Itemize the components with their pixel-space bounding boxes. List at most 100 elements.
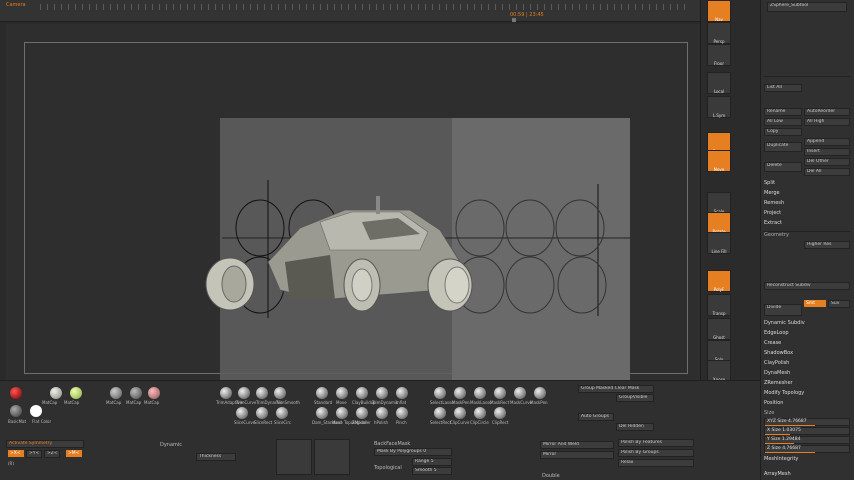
solo-button[interactable]: Solo xyxy=(707,340,731,362)
matcap-silver[interactable] xyxy=(110,387,122,399)
car-model[interactable] xyxy=(205,196,473,312)
brush-standard[interactable] xyxy=(316,387,328,399)
stroke-preview[interactable] xyxy=(276,439,312,475)
brush-trim-smooth[interactable] xyxy=(274,387,286,399)
z-size-slider[interactable]: Z Size 4.76687 xyxy=(764,445,850,453)
insert-button[interactable]: Insert xyxy=(804,148,850,156)
persp-button[interactable]: Persp xyxy=(707,22,731,44)
brush-clip-rect[interactable] xyxy=(494,407,506,419)
brush-mask-pen[interactable] xyxy=(454,387,466,399)
copy-button[interactable]: Copy xyxy=(764,128,802,136)
range-slider[interactable]: Range 5 xyxy=(412,458,452,466)
all-high-button[interactable]: All High xyxy=(804,118,850,126)
del-hidden-button[interactable]: Del Hidden xyxy=(616,423,654,431)
dynamic-subdiv-section[interactable]: Dynamic Subdiv xyxy=(764,320,805,328)
subtool-header[interactable]: ZSphere_Subtool xyxy=(767,2,847,12)
relax-slider[interactable]: Relax xyxy=(618,459,694,467)
brush-mask-curve[interactable] xyxy=(514,387,526,399)
brush-select-lasso[interactable] xyxy=(434,387,446,399)
y-size-slider[interactable]: Y Size 1.29484 xyxy=(764,436,850,444)
brush-clip-curve[interactable] xyxy=(454,407,466,419)
split-button[interactable]: Split xyxy=(764,180,775,188)
meshintegrity-section[interactable]: MeshIntegrity xyxy=(764,456,798,464)
project-button[interactable]: Project xyxy=(764,210,781,218)
brush-select-rect[interactable] xyxy=(434,407,446,419)
mirror-button[interactable]: Mirror xyxy=(540,451,614,459)
polyf-button[interactable]: PolyF xyxy=(707,270,731,292)
xyz-size-slider[interactable]: XYZ Size 4.76687 xyxy=(764,418,850,426)
brush-inflat[interactable] xyxy=(396,387,408,399)
brush-move[interactable] xyxy=(336,387,348,399)
brush-zmodeler[interactable] xyxy=(356,407,368,419)
brush-trim-adaptive[interactable] xyxy=(220,387,232,399)
modify-topology-section[interactable]: Modify Topology xyxy=(764,390,804,398)
brush-mask-lasso[interactable] xyxy=(474,387,486,399)
size-section[interactable]: Size xyxy=(764,410,774,418)
matcap-yellow[interactable] xyxy=(70,387,82,399)
alpha-preview[interactable] xyxy=(314,439,350,475)
merge-button[interactable]: Merge xyxy=(764,190,780,198)
ghost-button[interactable]: Ghost xyxy=(707,318,731,340)
brush-trim-dynamic[interactable] xyxy=(256,387,268,399)
sym-y-toggle[interactable]: >Y< xyxy=(26,450,42,458)
extract-button[interactable]: Extract xyxy=(764,220,782,228)
sym-x-toggle[interactable]: >X< xyxy=(8,450,24,457)
polish-by-features-slider[interactable]: Polish By Features xyxy=(618,439,694,447)
activate-symmetry-button[interactable]: Activate Symmetry xyxy=(6,440,84,448)
del-other-button[interactable]: Del Other xyxy=(804,158,850,166)
matcap-dark[interactable] xyxy=(130,387,142,399)
arraymesh-section[interactable]: ArrayMesh xyxy=(764,471,791,479)
geometry-section[interactable]: Geometry xyxy=(764,232,789,240)
remesh-button[interactable]: Remesh xyxy=(764,200,784,208)
smooth-slider[interactable]: Smooth 5 xyxy=(412,467,452,475)
position-section[interactable]: Position xyxy=(764,400,783,408)
brush-slice-rect[interactable] xyxy=(256,407,268,419)
matcap-skin[interactable] xyxy=(148,387,160,399)
brush-trim-curve[interactable] xyxy=(238,387,250,399)
basic-material[interactable] xyxy=(10,405,22,417)
group-masked-clear-mask-button[interactable]: Group Masked Clear Mask xyxy=(578,385,654,393)
nav-button[interactable]: Nav xyxy=(707,0,731,22)
list-all-button[interactable]: List All xyxy=(764,84,802,92)
local-button[interactable]: Local xyxy=(707,72,731,94)
brush-dam-standard[interactable] xyxy=(316,407,328,419)
brush-move-topological[interactable] xyxy=(336,407,348,419)
polish-by-groups-slider[interactable]: Polish By Groups xyxy=(618,449,694,457)
brush-pinch[interactable] xyxy=(396,407,408,419)
lsym-button[interactable]: L.Sym xyxy=(707,96,731,118)
claypolish-section[interactable]: ClayPolish xyxy=(764,360,789,368)
delete-button[interactable]: Delete xyxy=(764,162,802,172)
dynamesh-section[interactable]: DynaMesh xyxy=(764,370,790,378)
smt-toggle[interactable]: Smt xyxy=(804,300,826,307)
autoreorder-button[interactable]: AutoReorder xyxy=(804,108,850,116)
brush-slice-curve[interactable] xyxy=(236,407,248,419)
divide-button[interactable]: Divide xyxy=(764,304,802,316)
brush-hpolish[interactable] xyxy=(376,407,388,419)
brush-mask-pen-2[interactable] xyxy=(534,387,546,399)
transp-button[interactable]: Transp xyxy=(707,294,731,316)
thickness-slider[interactable]: Thickness xyxy=(196,453,236,461)
crease-section[interactable]: Crease xyxy=(764,340,781,348)
del-all-button[interactable]: Del All xyxy=(804,168,850,176)
mirror-and-weld-button[interactable]: Mirror And Weld xyxy=(540,441,614,449)
xpose-button[interactable]: Xpose xyxy=(707,360,731,382)
brush-clip-circle[interactable] xyxy=(474,407,486,419)
x-size-slider[interactable]: X Size 1.03075 xyxy=(764,427,850,435)
rotate-button[interactable]: Rotate xyxy=(707,212,731,234)
floor-button[interactable]: Floor xyxy=(707,44,731,66)
duplicate-button[interactable]: Duplicate xyxy=(764,142,802,152)
move-button[interactable]: Move xyxy=(707,150,731,172)
zremesher-section[interactable]: ZRemesher xyxy=(764,380,793,388)
auto-groups-button[interactable]: Auto Groups xyxy=(578,413,614,421)
sym-m-toggle[interactable]: >M< xyxy=(66,450,82,457)
shadowbox-section[interactable]: ShadowBox xyxy=(764,350,793,358)
brush-mask-rect[interactable] xyxy=(494,387,506,399)
rename-button[interactable]: Rename xyxy=(764,108,802,116)
brush-clay-buildup[interactable] xyxy=(356,387,368,399)
group-visible-button[interactable]: GroupVisible xyxy=(616,394,654,402)
append-button[interactable]: Append xyxy=(804,138,850,146)
all-low-button[interactable]: All Low xyxy=(764,118,802,126)
sym-z-toggle[interactable]: >Z< xyxy=(44,450,60,458)
matcap-red[interactable] xyxy=(10,387,22,399)
line-fill-button[interactable]: Line Fill xyxy=(707,232,731,254)
